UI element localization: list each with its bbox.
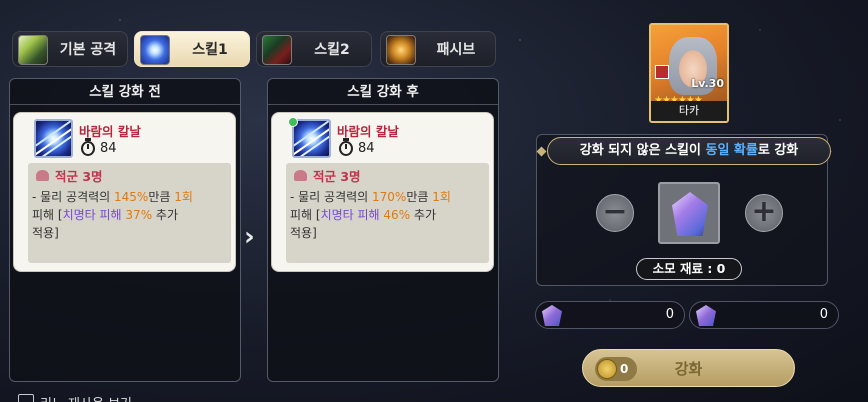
panel-before: 스킬 강화 전 바람의 칼날 84 적군 3명 - 물리 공격력의 145%만큼… bbox=[9, 78, 241, 382]
skill-card-before: 바람의 칼날 84 적군 3명 - 물리 공격력의 145%만큼 1회 피해 [치… bbox=[14, 113, 235, 271]
character-portrait[interactable]: Lv.30 ★★★★★★ 타카 bbox=[649, 23, 729, 123]
consume-material-count: 소모 재료 : 0 bbox=[636, 258, 742, 280]
checkbox[interactable] bbox=[18, 394, 34, 402]
enhance-button[interactable]: 0 강화 bbox=[582, 349, 795, 387]
description-box: 적군 3명 - 물리 공격력의 145%만큼 1회 피해 [치명타 피해 37% … bbox=[28, 163, 231, 263]
tab-label: 스킬2 bbox=[314, 42, 350, 58]
cooldown: 84 bbox=[339, 138, 375, 156]
target-icon bbox=[294, 170, 307, 181]
skill-card-after: 바람의 칼날 84 적군 3명 - 물리 공격력의 170%만큼 1회 피해 [치… bbox=[272, 113, 493, 271]
target-text: 적군 3명 bbox=[55, 169, 103, 184]
checkbox-label: 리노 재사용 보기 bbox=[40, 393, 132, 402]
target-text: 적군 3명 bbox=[313, 169, 361, 184]
enhance-button-label: 강화 bbox=[674, 360, 703, 378]
crossed-swords-icon bbox=[262, 35, 292, 65]
material-count-2: 0 bbox=[689, 301, 839, 329]
description-box: 적군 3명 - 물리 공격력의 170%만큼 1회 피해 [치명타 피해 46% … bbox=[286, 163, 489, 263]
upgrade-plus-badge bbox=[288, 117, 298, 127]
chevron-right-icon: › bbox=[244, 222, 255, 252]
character-name: 타카 bbox=[651, 101, 727, 121]
panel-before-title: 스킬 강화 전 bbox=[10, 79, 240, 105]
cooldown-value: 84 bbox=[100, 141, 117, 156]
passive-flame-icon bbox=[386, 35, 416, 65]
cooldown: 84 bbox=[81, 138, 117, 156]
tab-skill1[interactable]: 스킬1 bbox=[134, 31, 250, 67]
panel-after-title: 스킬 강화 후 bbox=[268, 79, 498, 105]
skill-description: - 물리 공격력의 145%만큼 1회 피해 [치명타 피해 37% 추가 적용] bbox=[32, 190, 193, 240]
tab-label: 패시브 bbox=[436, 42, 476, 58]
skill-description: - 물리 공격력의 170%만큼 1회 피해 [치명타 피해 46% 추가 적용] bbox=[290, 190, 451, 240]
tab-basic-attack[interactable]: 기본 공격 bbox=[12, 31, 128, 67]
wind-blade-icon bbox=[34, 119, 73, 158]
material-count-value: 0 bbox=[819, 307, 828, 322]
material-count-value: 0 bbox=[665, 307, 674, 322]
material-count-1: 0 bbox=[535, 301, 685, 329]
crystal-icon bbox=[672, 192, 708, 236]
basic-attack-icon bbox=[18, 35, 48, 65]
crystal-icon bbox=[542, 305, 562, 326]
tab-label: 기본 공격 bbox=[59, 42, 117, 58]
panel-after: 스킬 강화 후 바람의 칼날 84 적군 3명 - 물리 공격력의 170%만큼… bbox=[267, 78, 499, 382]
minus-button[interactable]: − bbox=[596, 194, 634, 232]
wind-blade-icon bbox=[292, 119, 331, 158]
character-level: Lv.30 bbox=[691, 77, 724, 90]
material-slot bbox=[658, 182, 720, 244]
tab-label: 스킬1 bbox=[192, 42, 228, 58]
wind-blade-icon bbox=[140, 35, 170, 65]
target-info: 적군 3명 bbox=[36, 166, 103, 185]
enhance-info-banner: 강화 되지 않은 스킬이 동일 확률로 강화 bbox=[547, 137, 831, 165]
target-icon bbox=[36, 170, 49, 181]
stopwatch-icon bbox=[81, 138, 95, 156]
class-badge-icon bbox=[655, 65, 669, 79]
plus-button[interactable]: + bbox=[745, 194, 783, 232]
cooldown-value: 84 bbox=[358, 141, 375, 156]
tab-passive[interactable]: 패시브 bbox=[380, 31, 496, 67]
tab-skill2[interactable]: 스킬2 bbox=[256, 31, 372, 67]
stopwatch-icon bbox=[339, 138, 353, 156]
crystal-icon bbox=[696, 305, 716, 326]
target-info: 적군 3명 bbox=[294, 166, 361, 185]
